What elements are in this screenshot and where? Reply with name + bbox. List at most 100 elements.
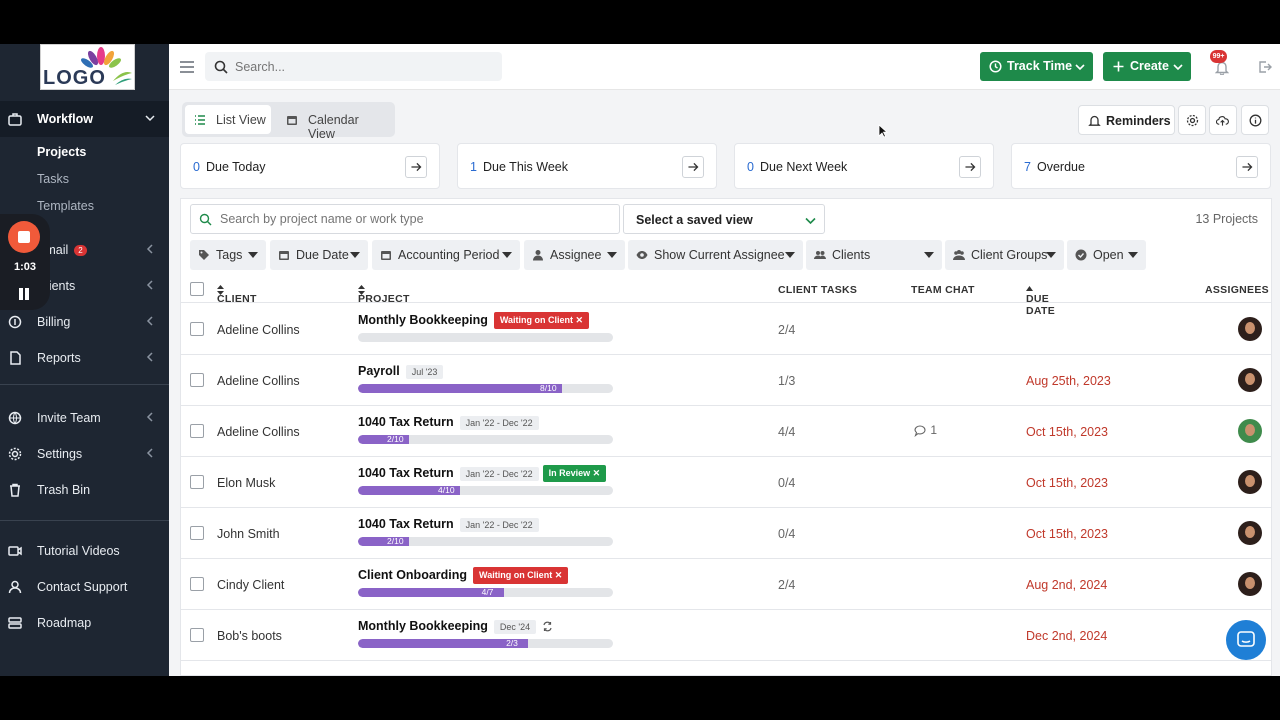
- arrow-right-icon[interactable]: [682, 156, 704, 178]
- select-all-checkbox[interactable]: [190, 282, 204, 296]
- table-row[interactable]: Elon Musk 1040 Tax Return Jan '22 - Dec '2…: [181, 457, 1271, 508]
- overdue-card[interactable]: 7 Overdue: [1011, 143, 1271, 189]
- row-checkbox[interactable]: [190, 577, 204, 591]
- column-header-client[interactable]: CLIENT: [217, 284, 256, 305]
- sidebar-item-reports[interactable]: Reports: [0, 340, 169, 376]
- sidebar-item-workflow[interactable]: Workflow: [0, 101, 169, 137]
- sidebar-sub-tasks[interactable]: Tasks: [37, 172, 69, 186]
- progress-label: 4/7: [481, 588, 494, 597]
- search-input[interactable]: [235, 52, 495, 81]
- create-button[interactable]: Create: [1103, 52, 1191, 81]
- chat-icon: [1237, 631, 1255, 647]
- card-count: 1: [470, 160, 477, 174]
- row-project-name[interactable]: Monthly Bookkeeping Dec '24: [358, 619, 553, 634]
- projects-panel: Select a saved view 13 Projects Tags Due…: [180, 198, 1272, 676]
- tab-calendar-view[interactable]: Calendar View: [277, 105, 389, 141]
- row-project-name[interactable]: Client Onboarding Waiting on Client ✕: [358, 567, 569, 585]
- table-row[interactable]: John Smith 1040 Tax Return Jan '22 - Dec '…: [181, 508, 1271, 559]
- sidebar-item-tutorial-videos[interactable]: Tutorial Videos: [0, 533, 169, 569]
- avatar[interactable]: [1238, 470, 1262, 494]
- project-search[interactable]: [190, 204, 620, 234]
- settings-button[interactable]: [1178, 105, 1206, 135]
- track-time-button[interactable]: Track Time: [980, 52, 1093, 81]
- tab-list-view[interactable]: List View: [185, 105, 271, 134]
- saved-view-select[interactable]: Select a saved view: [623, 204, 825, 234]
- filter-client-groups[interactable]: Client Groups: [945, 240, 1064, 270]
- row-client[interactable]: Elon Musk: [217, 476, 275, 490]
- close-icon[interactable]: ✕: [593, 468, 601, 478]
- row-checkbox[interactable]: [190, 526, 204, 540]
- row-project-name[interactable]: Monthly Bookkeeping Waiting on Client ✕: [358, 312, 590, 330]
- column-header-client-tasks[interactable]: CLIENT TASKS: [778, 284, 857, 296]
- arrow-right-icon[interactable]: [1236, 156, 1258, 178]
- table-row[interactable]: Cindy Client Client Onboarding Waiting on …: [181, 559, 1271, 610]
- due-next-week-card[interactable]: 0 Due Next Week: [734, 143, 994, 189]
- due-this-week-card[interactable]: 1 Due This Week: [457, 143, 717, 189]
- row-client[interactable]: Adeline Collins: [217, 323, 300, 337]
- row-team-chat[interactable]: 1: [914, 423, 937, 437]
- sidebar-sub-templates[interactable]: Templates: [37, 199, 94, 213]
- project-search-input[interactable]: [220, 205, 615, 233]
- arrow-right-icon[interactable]: [405, 156, 427, 178]
- status-tag[interactable]: In Review ✕: [542, 465, 607, 483]
- row-checkbox[interactable]: [190, 322, 204, 336]
- stop-recording-button[interactable]: [8, 221, 40, 253]
- sidebar-item-contact-support[interactable]: Contact Support: [0, 569, 169, 605]
- filter-clients[interactable]: Clients: [806, 240, 942, 270]
- row-checkbox[interactable]: [190, 424, 204, 438]
- avatar[interactable]: [1238, 368, 1262, 392]
- bell-icon: [1088, 115, 1101, 126]
- row-project-name[interactable]: Payroll Jul '23: [358, 364, 444, 379]
- close-icon[interactable]: ✕: [576, 315, 584, 325]
- export-button[interactable]: [1209, 105, 1237, 135]
- filter-assignee[interactable]: Assignee: [524, 240, 625, 270]
- sidebar-item-invite-team[interactable]: Invite Team: [0, 400, 169, 436]
- row-client[interactable]: Bob's boots: [217, 629, 282, 643]
- sidebar-item-settings[interactable]: Settings: [0, 436, 169, 472]
- filter-show-current-assignee[interactable]: Show Current Assignee: [628, 240, 803, 270]
- status-tag[interactable]: Waiting on Client ✕: [473, 567, 569, 585]
- table-row[interactable]: Adeline Collins Monthly Bookkeeping Waitin…: [181, 304, 1271, 355]
- logout-icon[interactable]: [1258, 60, 1272, 74]
- filter-tags[interactable]: Tags: [190, 240, 266, 270]
- pause-icon[interactable]: [18, 288, 30, 300]
- reminders-button[interactable]: Reminders: [1078, 105, 1175, 135]
- avatar[interactable]: [1238, 419, 1262, 443]
- row-client[interactable]: Cindy Client: [217, 578, 284, 592]
- avatar[interactable]: [1238, 521, 1262, 545]
- table-row[interactable]: Adeline Collins 1040 Tax Return Jan '22 - …: [181, 406, 1271, 457]
- logo[interactable]: LOGO: [40, 44, 135, 90]
- table-header: CLIENT PROJECT CLIENT TASKS TEAM CHAT DU…: [181, 275, 1271, 317]
- global-search[interactable]: [205, 52, 502, 81]
- caret-down-icon: [350, 252, 360, 258]
- info-button[interactable]: [1241, 105, 1269, 135]
- row-checkbox[interactable]: [190, 475, 204, 489]
- row-project-name[interactable]: 1040 Tax Return Jan '22 - Dec '22: [358, 415, 539, 430]
- row-checkbox[interactable]: [190, 373, 204, 387]
- menu-icon[interactable]: [180, 61, 194, 73]
- row-client[interactable]: Adeline Collins: [217, 374, 300, 388]
- arrow-right-icon[interactable]: [959, 156, 981, 178]
- row-client[interactable]: Adeline Collins: [217, 425, 300, 439]
- chat-launcher-button[interactable]: [1226, 620, 1266, 660]
- close-icon[interactable]: ✕: [555, 570, 563, 580]
- sidebar-item-roadmap[interactable]: Roadmap: [0, 605, 169, 641]
- filter-due-date[interactable]: Due Date: [270, 240, 368, 270]
- row-project-name[interactable]: 1040 Tax Return Jan '22 - Dec '22 In Revie…: [358, 465, 607, 483]
- column-header-team-chat[interactable]: TEAM CHAT: [911, 284, 975, 296]
- table-row[interactable]: Adeline Collins Payroll Jul '23 8/10 1/3 Aug …: [181, 355, 1271, 406]
- avatar[interactable]: [1238, 317, 1262, 341]
- sidebar-sub-projects[interactable]: Projects: [37, 145, 86, 159]
- filter-accounting-period[interactable]: Accounting Period: [372, 240, 520, 270]
- filter-status[interactable]: Open: [1067, 240, 1146, 270]
- sidebar-item-trash-bin[interactable]: Trash Bin: [0, 472, 169, 508]
- row-client[interactable]: John Smith: [217, 527, 280, 541]
- status-tag[interactable]: Waiting on Client ✕: [493, 312, 590, 330]
- table-row[interactable]: Bob's boots Monthly Bookkeeping Dec '24 2/3…: [181, 610, 1271, 661]
- column-header-project[interactable]: PROJECT: [358, 284, 409, 305]
- due-today-card[interactable]: 0 Due Today: [180, 143, 440, 189]
- avatar[interactable]: [1238, 572, 1262, 596]
- row-checkbox[interactable]: [190, 628, 204, 642]
- column-header-due-date[interactable]: DUE DATE: [1026, 284, 1055, 317]
- row-project-name[interactable]: 1040 Tax Return Jan '22 - Dec '22: [358, 517, 539, 532]
